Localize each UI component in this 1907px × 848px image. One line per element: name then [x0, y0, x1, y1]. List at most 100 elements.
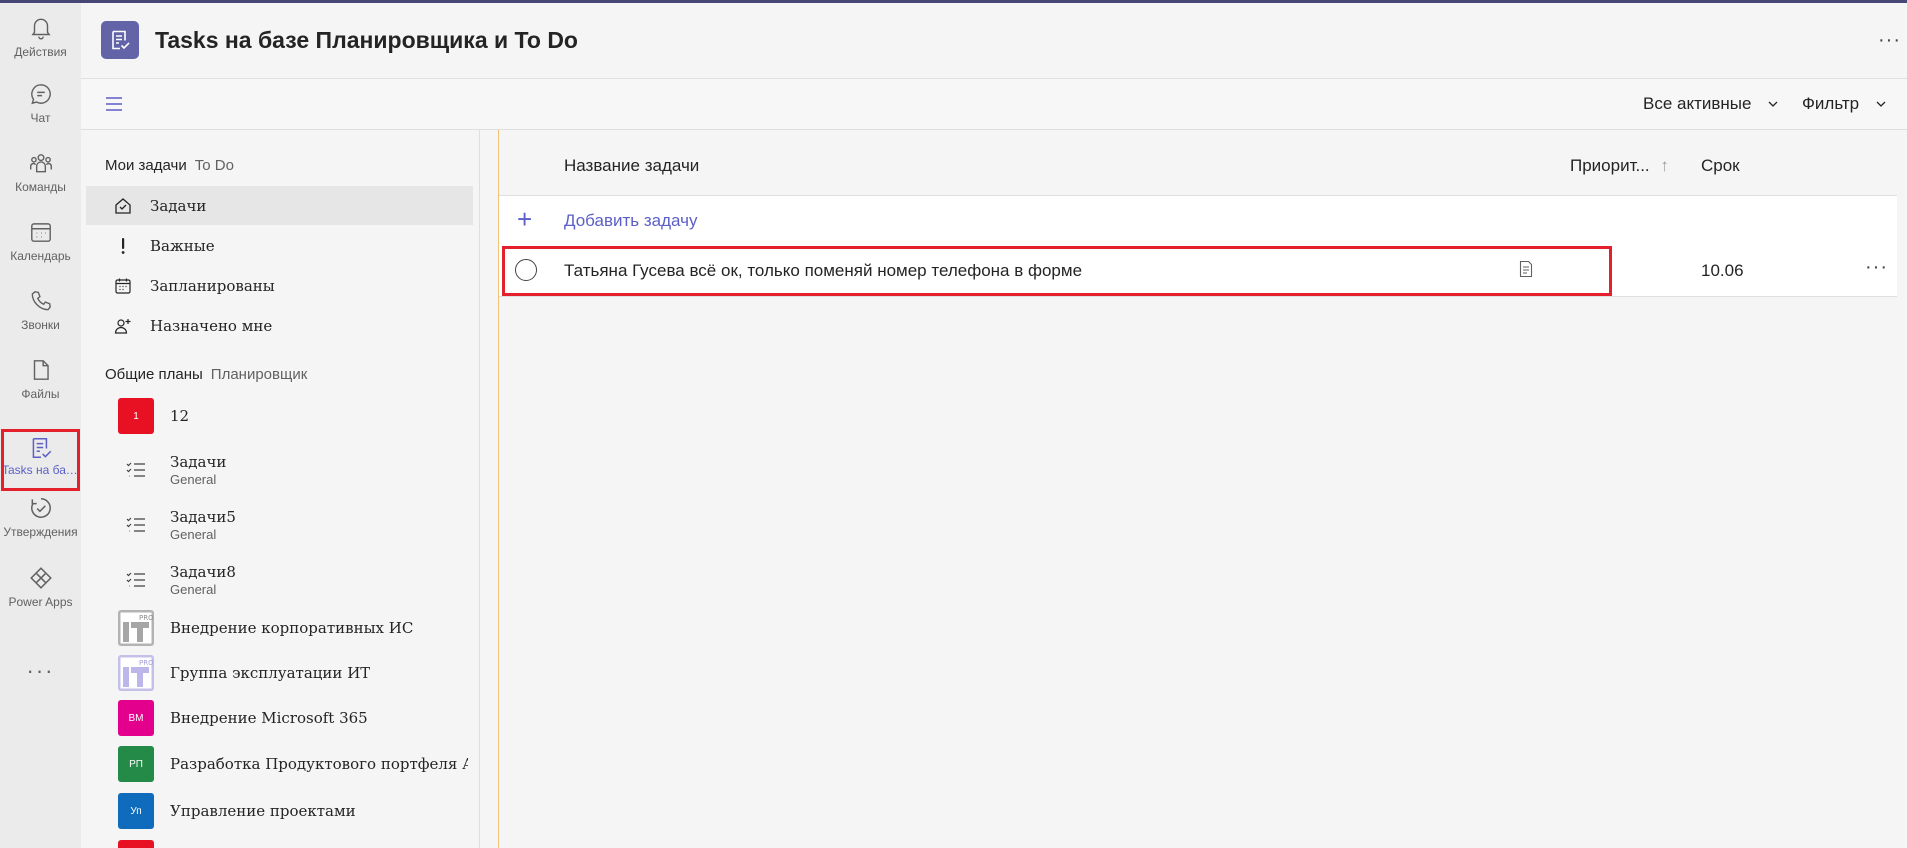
rail-item-teams[interactable]: Команды [0, 138, 81, 206]
plan-name: Задачи [170, 453, 227, 471]
plan-badge: 1 [118, 398, 154, 434]
calendar-icon [30, 223, 51, 242]
priority-label: Приорит... [1570, 156, 1650, 175]
person-add-icon [112, 315, 134, 337]
plan-item[interactable]: Уп Управление проектами [118, 789, 468, 833]
filter-label: Фильтр [1802, 94, 1860, 113]
plan-item[interactable]: 1 12 [118, 394, 468, 438]
toolbar: Все активные Фильтр [81, 79, 1907, 130]
plus-icon: + [517, 204, 533, 234]
task-title[interactable]: Татьяна Гусева всё ок, только поменяй но… [564, 261, 1082, 281]
bell-icon [30, 18, 51, 40]
file-icon [33, 360, 49, 380]
highlight-box [1, 429, 80, 491]
rail-label: Утверждения [3, 525, 78, 539]
shared-plans-source: Планировщик [210, 366, 308, 383]
shared-plans-heading: Общие планы Планировщик [105, 366, 307, 383]
plan-logo: PRO [118, 655, 154, 691]
checklist-icon [118, 452, 154, 488]
rail-label: Календарь [10, 249, 71, 263]
plan-item[interactable]: PRO Внедрение корпоративных ИС [118, 606, 468, 650]
plan-item[interactable]: PRO Группа эксплуатации ИТ [118, 651, 468, 695]
tasks-app-icon [112, 30, 130, 50]
table-row[interactable]: Татьяна Гусева всё ок, только поменяй но… [499, 246, 1897, 297]
app-rail: Действия Чат Команды Календарь Звонки Фа… [0, 3, 81, 848]
plan-item[interactable]: РП Разработка Продуктового портфеля А... [118, 742, 468, 786]
calendar-grid-icon [112, 275, 134, 297]
task-due-date: 10.06 [1701, 261, 1744, 280]
plan-item[interactable]: Задачи General [118, 448, 468, 492]
rail-item-files[interactable]: Файлы [0, 345, 81, 413]
logo-pro-text: PRO [139, 614, 153, 622]
plan-name: Разработка Продуктового портфеля А... [170, 755, 468, 773]
my-tasks-title: Мои задачи [105, 157, 187, 174]
view-filter-dropdown[interactable]: Все активные [1643, 94, 1779, 114]
nav-item-important[interactable]: Важные [86, 226, 473, 265]
task-list: Название задачи Приорит... ↑ Срок + Доба… [498, 130, 1907, 848]
shared-plans-title: Общие планы [105, 366, 203, 383]
plan-name: Внедрение корпоративных ИС [170, 619, 414, 637]
page-title: Tasks на базе Планировщика и To Do [155, 27, 578, 53]
add-task-label: Добавить задачу [564, 211, 698, 230]
plan-item[interactable]: ВМ Внедрение Microsoft 365 [118, 696, 468, 740]
more-options-button[interactable]: ··· [1878, 29, 1901, 52]
rail-label: Power Apps [8, 595, 73, 609]
rail-item-tasks[interactable]: Tasks на базе Планировщика и To Do [0, 429, 81, 491]
rail-item-chat[interactable]: Чат [0, 69, 81, 137]
filter-dropdown[interactable]: Фильтр [1802, 94, 1887, 114]
nav-item-label: Важные [150, 236, 215, 255]
chevron-down-icon [1769, 101, 1778, 107]
plan-name: 12 [170, 407, 190, 425]
plan-item[interactable] [118, 836, 468, 848]
task-more-button[interactable]: ··· [1865, 256, 1888, 279]
column-header-due[interactable]: Срок [1701, 156, 1740, 176]
nav-item-assigned[interactable]: Назначено мне [86, 306, 473, 345]
chat-icon [30, 84, 51, 105]
plan-item[interactable]: Задачи8 General [118, 558, 468, 602]
nav-item-planned[interactable]: Запланированы [86, 266, 473, 305]
plan-name: Управление проектами [170, 802, 356, 820]
nav-item-label: Задачи [150, 196, 207, 215]
plan-group: General [170, 582, 217, 597]
task-lists-nav: Мои задачи To Do Задачи Важные Запланиров… [81, 130, 480, 848]
column-header-priority[interactable]: Приорит... ↑ [1570, 156, 1669, 176]
plan-name: Внедрение Microsoft 365 [170, 709, 368, 727]
add-task-row[interactable]: + Добавить задачу [499, 195, 1897, 247]
power-apps-icon [29, 567, 52, 589]
plan-group: General [170, 472, 217, 487]
rail-label: Действия [14, 45, 67, 59]
checklist-icon [118, 562, 154, 598]
complete-task-checkbox[interactable] [515, 259, 537, 281]
plan-badge: ВМ [118, 700, 154, 736]
rail-item-activity[interactable]: Действия [0, 3, 81, 71]
plan-item[interactable]: Задачи5 General [118, 503, 468, 547]
column-header-name[interactable]: Название задачи [564, 156, 699, 176]
app-header: Tasks на базе Планировщика и To Do ··· [81, 3, 1907, 79]
more-apps-button[interactable]: ··· [0, 651, 81, 691]
exclamation-icon [112, 235, 134, 257]
my-tasks-source: To Do [194, 157, 234, 174]
plan-logo: PRO [118, 610, 154, 646]
plan-name: Группа эксплуатации ИТ [170, 664, 371, 682]
rail-item-calendar[interactable]: Календарь [0, 207, 81, 275]
plan-badge: Уп [118, 793, 154, 829]
nav-item-tasks[interactable]: Задачи [86, 186, 473, 225]
plan-group: General [170, 527, 217, 542]
rail-item-power-apps[interactable]: Power Apps [0, 553, 81, 621]
approvals-icon [30, 498, 51, 518]
rail-item-approvals[interactable]: Утверждения [0, 483, 81, 551]
checklist-icon [118, 507, 154, 543]
app-logo [101, 21, 139, 59]
sort-arrow-icon: ↑ [1660, 156, 1669, 175]
nav-item-label: Назначено мне [150, 316, 273, 335]
rail-item-calls[interactable]: Звонки [0, 276, 81, 344]
rail-label: Команды [15, 180, 66, 194]
rail-label: Файлы [21, 387, 60, 401]
plan-badge: РП [118, 746, 154, 782]
plan-name: Задачи8 [170, 563, 236, 581]
notes-icon [1519, 260, 1533, 278]
view-filter-label: Все активные [1643, 94, 1752, 113]
hamburger-menu-icon[interactable] [103, 93, 125, 115]
logo-pro-text: PRO [139, 659, 153, 667]
home-check-icon [112, 195, 134, 217]
